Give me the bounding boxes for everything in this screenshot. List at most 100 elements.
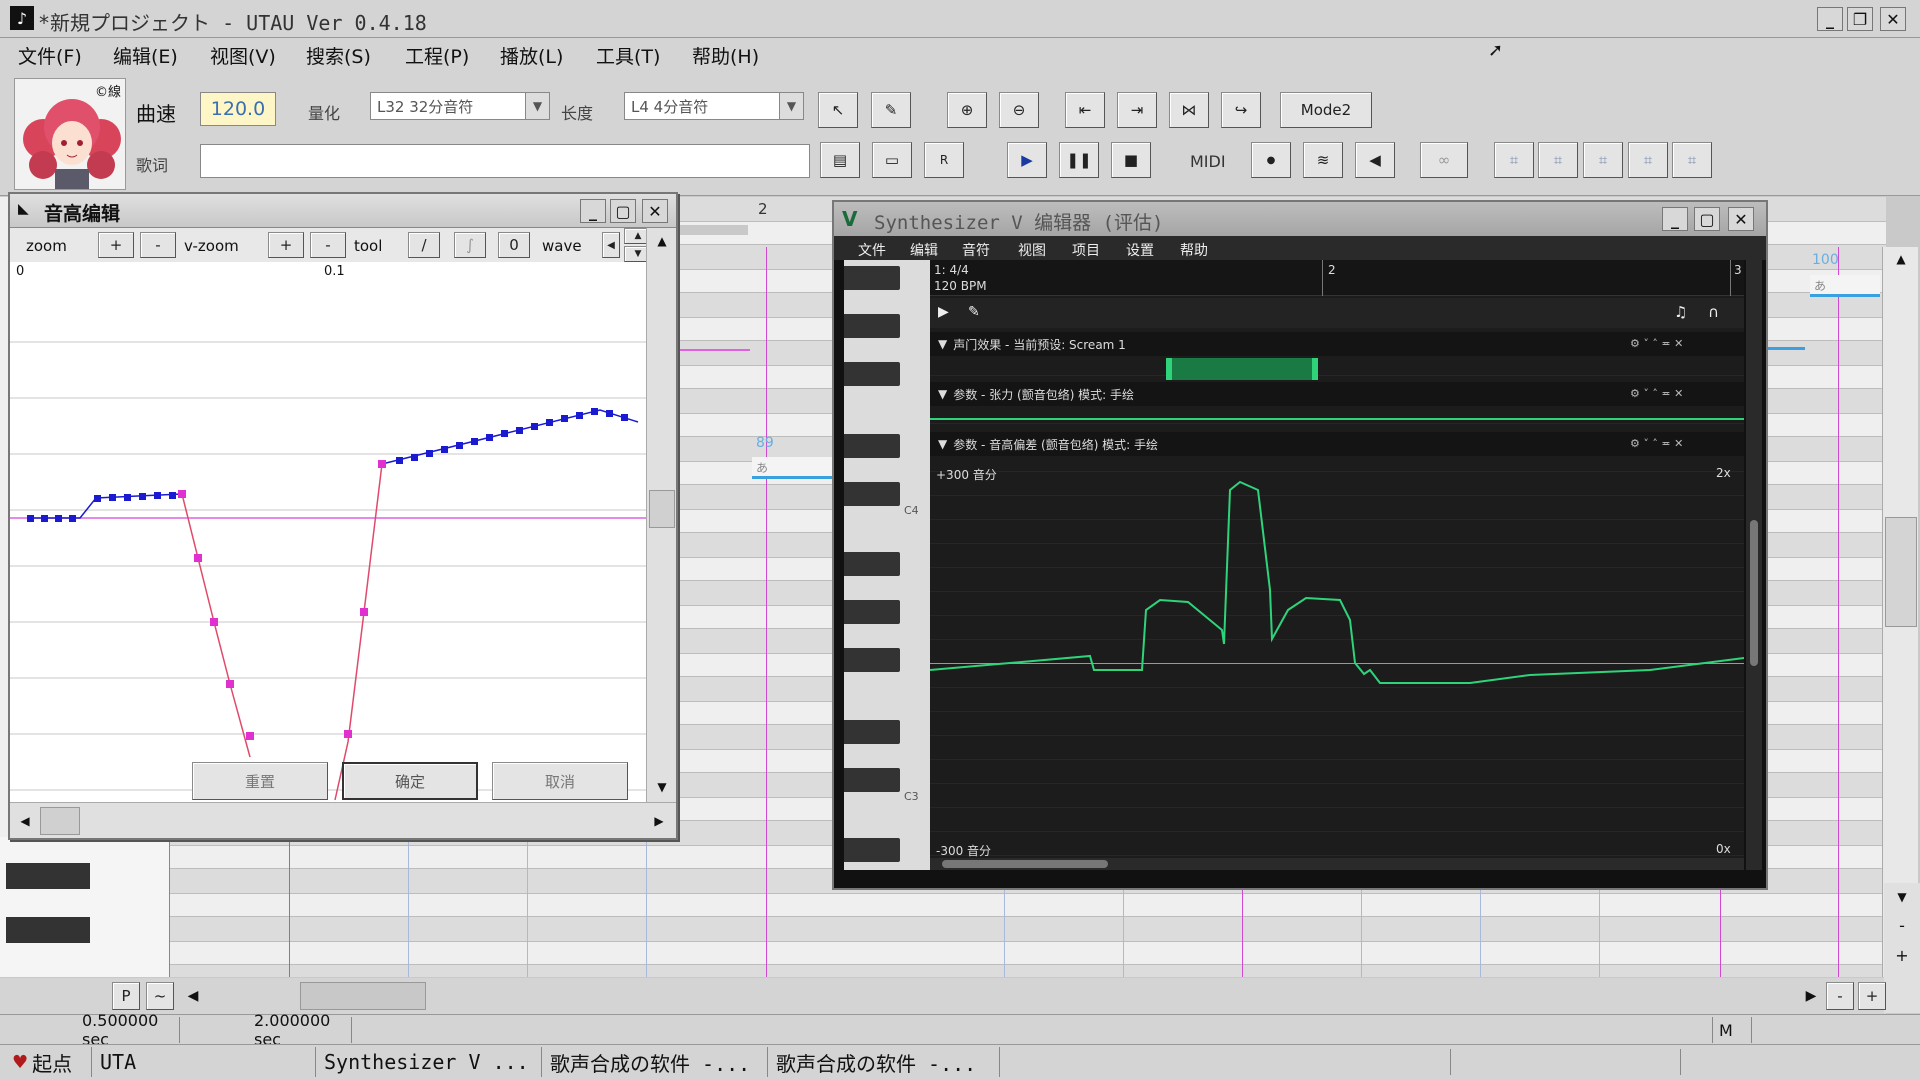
note[interactable] xyxy=(1765,347,1805,350)
sv-hscroll[interactable] xyxy=(930,858,1744,870)
sv-menu-view[interactable]: 视图 xyxy=(1018,240,1046,260)
midi-settings-button[interactable]: ≋ xyxy=(1303,142,1343,178)
tool-line-button[interactable]: / xyxy=(408,232,440,258)
minimize-icon[interactable]: _ xyxy=(1662,207,1688,231)
render-button[interactable]: R xyxy=(924,142,964,178)
scroll-thumb[interactable] xyxy=(942,860,1108,868)
close-icon[interactable]: ✕ xyxy=(642,199,668,223)
mode2-button[interactable]: Mode2 xyxy=(1280,92,1372,128)
wave-left-icon[interactable]: ◀ xyxy=(602,232,620,258)
p-button[interactable]: P xyxy=(112,982,140,1010)
task-item-uta[interactable]: UTA xyxy=(94,1047,316,1077)
start-button[interactable]: ♥ 起点 xyxy=(6,1047,92,1077)
zoom-out-button[interactable]: ⊖ xyxy=(999,92,1039,128)
zoom-minus-button[interactable]: - xyxy=(140,232,176,258)
length-select[interactable]: L4 4分音符 ▼ xyxy=(624,92,804,120)
note[interactable] xyxy=(680,349,750,351)
scroll-left-icon[interactable]: ◀ xyxy=(180,982,206,1010)
sv-menu-note[interactable]: 音符 xyxy=(962,240,990,260)
hscroll-thumb[interactable] xyxy=(300,982,426,1010)
scroll-down-icon[interactable]: ▼ xyxy=(1888,885,1916,909)
tool-curve-button[interactable]: ∫ xyxy=(454,232,486,258)
scroll-down-icon[interactable]: ▼ xyxy=(649,776,675,798)
note-props-button[interactable]: ▭ xyxy=(872,142,912,178)
task-item-singing-2[interactable]: 歌声合成の软件 -... xyxy=(770,1047,1000,1077)
plugin-button-5[interactable]: ⌗ xyxy=(1672,142,1712,178)
close-icon[interactable]: ✕ xyxy=(1728,207,1754,231)
vzoom-minus-button[interactable]: - xyxy=(310,232,346,258)
tool-zero-button[interactable]: 0 xyxy=(498,232,530,258)
go-end-button[interactable]: ⇥ xyxy=(1117,92,1157,128)
quantize-select[interactable]: L32 32分音符 ▼ xyxy=(370,92,550,120)
scroll-thumb[interactable] xyxy=(40,807,80,835)
jump-button[interactable]: ↪ xyxy=(1221,92,1261,128)
chevron-down-icon[interactable]: ▼ xyxy=(779,93,803,119)
scroll-thumb[interactable] xyxy=(1750,520,1758,666)
task-item-singing-1[interactable]: 歌声合成の软件 -... xyxy=(544,1047,768,1077)
menu-file[interactable]: 文件(F) xyxy=(18,42,82,69)
maximize-icon[interactable]: ▢ xyxy=(1694,207,1720,231)
menu-view[interactable]: 视图(V) xyxy=(210,42,276,69)
vzoom-plus-button[interactable]: + xyxy=(268,232,304,258)
tempo-input[interactable]: 120.0 xyxy=(200,92,276,126)
tilde-button[interactable]: ~ xyxy=(146,982,174,1010)
minimize-icon[interactable]: _ xyxy=(1817,7,1843,31)
menu-edit[interactable]: 编辑(E) xyxy=(113,42,178,69)
plugin-button-3[interactable]: ⌗ xyxy=(1583,142,1623,178)
record-button[interactable]: ● xyxy=(1251,142,1291,178)
pencil-tool-button[interactable]: ✎ xyxy=(871,92,911,128)
zoom-in-button[interactable]: ⊕ xyxy=(947,92,987,128)
pause-button[interactable]: ❚❚ xyxy=(1059,142,1099,178)
chevron-down-icon[interactable]: ▼ xyxy=(525,93,549,119)
go-start-button[interactable]: ⇤ xyxy=(1065,92,1105,128)
menu-tools[interactable]: 工具(T) xyxy=(596,42,660,69)
reset-button[interactable]: 重置 xyxy=(192,762,328,800)
vertical-scrollbar[interactable]: ▲ xyxy=(1882,247,1918,977)
pitch-vscroll[interactable]: ▲ ▼ xyxy=(646,228,676,802)
lyric-input[interactable] xyxy=(200,144,810,178)
split-button[interactable]: ⋈ xyxy=(1169,92,1209,128)
sv-menu-help[interactable]: 帮助 xyxy=(1180,240,1208,260)
scroll-up-icon[interactable]: ▲ xyxy=(649,230,675,252)
plugin-button-2[interactable]: ⌗ xyxy=(1538,142,1578,178)
pitch-hscroll[interactable]: ◀ ▶ xyxy=(10,802,676,838)
vzoom-minus-button[interactable]: - xyxy=(1888,913,1916,937)
note[interactable]: あ xyxy=(752,457,832,479)
minimize-icon[interactable]: _ xyxy=(580,199,606,223)
synthv-editor[interactable]: 1: 4/4 120 BPM 2 3 ▶ ✎ ♫ ∩ ▼ 声门效果 - 当前预设… xyxy=(930,260,1744,870)
scroll-thumb[interactable] xyxy=(649,490,675,528)
cancel-button[interactable]: 取消 xyxy=(492,762,628,800)
hzoom-plus-button[interactable]: + xyxy=(1858,982,1886,1010)
hzoom-minus-button[interactable]: - xyxy=(1826,982,1854,1010)
menu-help[interactable]: 帮助(H) xyxy=(692,42,759,69)
close-icon[interactable]: ✕ xyxy=(1880,7,1906,31)
menu-project[interactable]: 工程(P) xyxy=(405,42,469,69)
speaker-button[interactable]: ◀ xyxy=(1355,142,1395,178)
select-tool-button[interactable]: ↖ xyxy=(818,92,858,128)
track-props-button[interactable]: ▤ xyxy=(820,142,860,178)
scroll-right-icon[interactable]: ▶ xyxy=(648,809,670,833)
task-item-synthv[interactable]: Synthesizer V ... xyxy=(318,1047,542,1077)
maximize-icon[interactable]: ▢ xyxy=(610,199,636,223)
stop-button[interactable]: ■ xyxy=(1111,142,1151,178)
scroll-right-icon[interactable]: ▶ xyxy=(1798,982,1824,1010)
sv-vscroll[interactable] xyxy=(1746,260,1762,870)
zoom-plus-button[interactable]: + xyxy=(98,232,134,258)
menu-search[interactable]: 搜索(S) xyxy=(306,42,371,69)
pitch-graph[interactable]: 重置 确定 取消 xyxy=(10,282,646,802)
pitch-curve-svg[interactable] xyxy=(10,282,646,802)
ok-button[interactable]: 确定 xyxy=(342,762,478,800)
sv-menu-project[interactable]: 项目 xyxy=(1072,240,1100,260)
menu-play[interactable]: 播放(L) xyxy=(500,42,563,69)
scroll-left-icon[interactable]: ◀ xyxy=(14,809,36,833)
scroll-thumb[interactable] xyxy=(1885,517,1917,627)
plugin-button-4[interactable]: ⌗ xyxy=(1628,142,1668,178)
sv-menu-settings[interactable]: 设置 xyxy=(1126,240,1154,260)
link-button[interactable]: ∞ xyxy=(1420,142,1468,178)
sv-menu-file[interactable]: 文件 xyxy=(858,240,886,260)
plugin-button-1[interactable]: ⌗ xyxy=(1494,142,1534,178)
note[interactable]: あ xyxy=(1810,275,1880,297)
restore-icon[interactable]: ❐ xyxy=(1847,7,1873,31)
vzoom-plus-button[interactable]: + xyxy=(1888,943,1916,967)
sv-menu-edit[interactable]: 编辑 xyxy=(910,240,938,260)
